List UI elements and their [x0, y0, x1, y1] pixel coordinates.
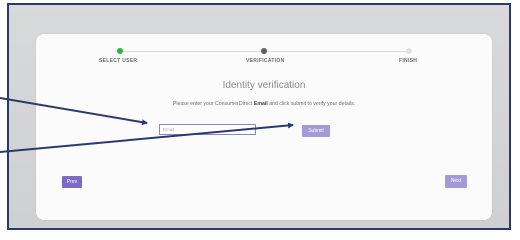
annotation-arrows: [0, 97, 294, 153]
arrow-to-email: [0, 97, 148, 126]
arrow-to-submit: [0, 122, 294, 153]
